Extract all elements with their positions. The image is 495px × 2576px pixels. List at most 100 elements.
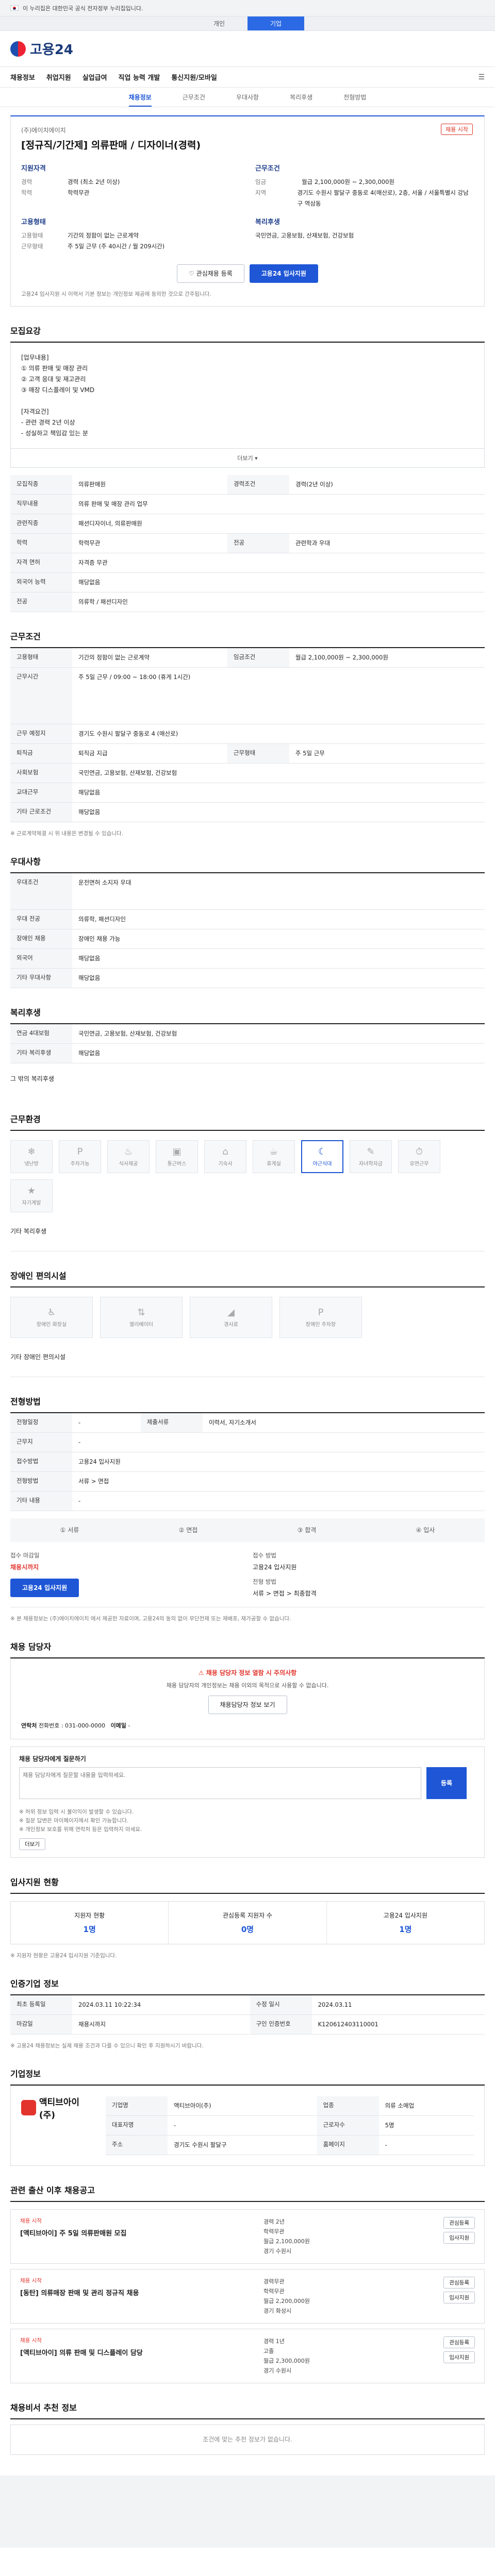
tuition-icon: ✎ 자녀학자금 xyxy=(350,1140,392,1173)
site-logo[interactable]: 고용24 xyxy=(10,39,73,58)
subnav-process[interactable]: 전형방법 xyxy=(343,88,366,107)
stat-box: 지원자 현황 1명 관심등록 지원자 수 0명 고용24 입사지원 1명 xyxy=(10,1901,485,1944)
apply-button-2[interactable]: 고용24 입사지원 xyxy=(10,1578,79,1597)
corp-box: 액티브아이(주) 기업명 액티브아이(주) 업종 의류 소매업 대표자명 - 근로자수 5명… xyxy=(10,2085,485,2166)
bus-icon: ▣ 통근버스 xyxy=(156,1140,198,1173)
period-note: ※ 고용24 채용정보는 실제 채용 조건과 다를 수 있으니 확인 후 지원하… xyxy=(10,2042,204,2049)
subnav-pref[interactable]: 우대사항 xyxy=(236,88,259,107)
section-cond: 근무조건 고용형태 기간의 정함이 없는 근로계약 임금조건 월급 2,100,000… xyxy=(10,630,485,837)
section-recruit: 모집요강 [업무내용] ① 의류 판매 및 매장 관리 ② 고객 응대 및 재고… xyxy=(10,324,485,612)
stat-note: ※ 지원자 현황은 고용24 입사지원 기준입니다. xyxy=(10,1952,117,1959)
corp-logo-icon xyxy=(21,2099,36,2115)
section-stat: 입사지원 현황 지원자 현황 1명 관심등록 지원자 수 0명 고용24 입사지원 1… xyxy=(10,1875,485,1959)
summary-row: 임금 월급 2,100,000원 ~ 2,300,000원 xyxy=(255,178,394,185)
nav-item-training[interactable]: 직업 능력 개발 xyxy=(119,72,160,82)
table-row: 주소 경기도 수원시 팔달구 홈페이지 - xyxy=(106,2135,474,2155)
section-apply: 전형방법 전형일정 - 제출서류 이력서, 자기소개서 근무지 - 접수방법 고용24 입… xyxy=(10,1395,485,1622)
interest-button[interactable]: ♡ 관심채용 등록 xyxy=(177,264,244,283)
content: 채용 시작 (주)에이치에이치 [정규직/기간제] 의류판매 / 디자이너(경력… xyxy=(10,115,485,2455)
job-title: [정규직/기간제] 의류판매 / 디자이너(경력) xyxy=(21,140,201,151)
apply-box: 접수 마감일 채용시까지 고용24 입사지원 접수 방법 고용24 입사지원 전… xyxy=(10,1542,485,1607)
footer xyxy=(0,2475,495,2548)
nav-item-jobs[interactable]: 채용정보 xyxy=(10,72,35,82)
ramp-icon: ◢ 경사로 xyxy=(190,1296,272,1338)
header: 고용24 xyxy=(0,31,495,67)
step-item: ② 면접 xyxy=(178,1527,198,1534)
qa-input[interactable] xyxy=(19,1767,421,1799)
apply-button[interactable]: 입사지원 xyxy=(443,2231,475,2244)
stat-item: 관심등록 지원자 수 0명 xyxy=(169,1901,327,1944)
section-title: 모집요강 xyxy=(10,324,485,343)
table-row: 최초 등록일 2024.03.11 10:22:34 수정 일시 2024.03.11 xyxy=(10,1995,485,2015)
company-name[interactable]: (주)에이치에이치 xyxy=(21,126,474,134)
qa-submit-button[interactable]: 등록 xyxy=(426,1767,467,1799)
period-table: 최초 등록일 2024.03.11 10:22:34 수정 일시 2024.03.11… xyxy=(10,1995,485,2035)
table-row: 전공 의류학 / 패션디자인 xyxy=(10,592,485,612)
qa-more-button[interactable]: 더보기 xyxy=(19,1838,45,1850)
more-button[interactable]: 더보기 ▾ xyxy=(10,449,485,468)
section-title: 채용비서 추천 정보 xyxy=(10,2401,485,2419)
table-row: 근무시간 주 5일 근무 / 09:00 ~ 18:00 (휴게 1시간) xyxy=(10,667,485,724)
nav-item-support[interactable]: 취업지원 xyxy=(46,72,71,82)
tab-personal[interactable]: 개인 xyxy=(191,16,248,30)
apply-button[interactable]: 입사지원 xyxy=(443,2351,475,2363)
logo-icon xyxy=(10,41,26,57)
flag-icon xyxy=(10,5,19,11)
section-title: 장애인 편의시설 xyxy=(10,1269,485,1287)
section-title: 근무조건 xyxy=(10,630,485,648)
nav-item-benefit[interactable]: 실업급여 xyxy=(82,72,107,82)
interest-button[interactable]: 관심등록 xyxy=(443,2216,475,2229)
recruit-table: 모집직종 의류판매원 경력조건 경력(2년 이상) 직무내용 의류 판매 및 매장 관리… xyxy=(10,475,485,612)
table-row: 직무내용 의류 판매 및 매장 관리 업무 xyxy=(10,494,485,514)
process-steps: ① 서류 ② 면접 ③ 합격 ④ 입사 xyxy=(10,1518,485,1542)
section-title: 기업정보 xyxy=(10,2067,485,2086)
manager-warning: ⚠ 채용 담당자 정보 열람 시 주의사항 xyxy=(198,1669,297,1676)
manager-info-button[interactable]: 채용담당자 정보 보기 xyxy=(208,1695,287,1714)
apply-button[interactable]: 입사지원 xyxy=(443,2291,475,2303)
work-env-extra: 기타 복리후생 xyxy=(10,1222,485,1251)
related-job[interactable]: 채용 시작 [액티브아이] 주 5일 의류판매원 모집 경력 2년 학력무관 월급 2… xyxy=(10,2209,485,2264)
elevator-icon: ⇅ 엘리베이터 xyxy=(100,1296,183,1338)
welfare-extra: 그 밖의 복리후생 xyxy=(10,1075,54,1082)
flex-icon: ⏱ 유연근무 xyxy=(398,1140,440,1173)
cond-note: ※ 근로계약체결 시 위 내용은 변경될 수 있습니다. xyxy=(10,831,124,837)
table-row: 우대 전공 의류학, 패션디자인 xyxy=(10,909,485,929)
nav-item-mobile[interactable]: 통신지원/모바일 xyxy=(171,72,217,82)
summary-welfare: 복리후생 국민연금, 고용보험, 산재보험, 건강보험 xyxy=(255,216,474,252)
table-row: 모집직종 의류판매원 경력조건 경력(2년 이상) xyxy=(10,475,485,495)
summary-row: 학력 학력무관 xyxy=(21,189,90,196)
job-summary: 채용 시작 (주)에이치에이치 [정규직/기간제] 의류판매 / 디자이너(경력… xyxy=(10,115,485,307)
table-row: 관련직종 패션디자이너, 의류판매원 xyxy=(10,514,485,534)
tab-company[interactable]: 기업 xyxy=(248,16,304,30)
subnav-cond[interactable]: 근무조건 xyxy=(183,88,205,107)
apply-note: ※ 본 채용정보는 (주)에이치에이치 에서 제공한 자료이며, 고용24의 동… xyxy=(10,1615,291,1622)
qa-note: ※ 개인정보 보호를 위해 연락처 등은 입력하지 마세요. xyxy=(19,1826,142,1833)
parking-icon: P 주차가능 xyxy=(59,1140,101,1173)
interest-button[interactable]: 관심등록 xyxy=(443,2336,475,2348)
step-item: ③ 합격 xyxy=(297,1527,317,1534)
table-row: 기타 우대사항 해당없음 xyxy=(10,968,485,988)
welfare-table: 연금 4대보험 국민연금, 고용보험, 산재보험, 건강보험 기타 복리후생 해당없… xyxy=(10,1024,485,1063)
work-env-icons: ❄ 냉난방 P 주차가능 ♨ 식사제공 ▣ 통근버스 ⌂ 기숙사 ☕ 휴게실 ☾ 야근식대 ✎… xyxy=(10,1131,485,1222)
table-row: 연금 4대보험 국민연금, 고용보험, 산재보험, 건강보험 xyxy=(10,1024,485,1044)
apply-right: 접수 방법 고용24 입사지원 전형 방법 서류 > 면접 > 최종합격 xyxy=(253,1551,317,1597)
section-title: 우대사항 xyxy=(10,855,485,873)
summary-row: 고용형태 기간의 정함이 없는 근로계약 xyxy=(21,232,139,239)
apply-button[interactable]: 고용24 입사지원 xyxy=(249,264,318,283)
meal-icon: ♨ 식사제공 xyxy=(107,1140,150,1173)
section-work-env: 근무환경 ❄ 냉난방 P 주차가능 ♨ 식사제공 ▣ 통근버스 ⌂ 기숙사 ☕ 휴게실 ☾ 야… xyxy=(10,1112,485,1251)
related-job[interactable]: 채용 시작 [동탄] 의류매장 판매 및 관리 정규직 채용 경력무관 학력무관 월급… xyxy=(10,2268,485,2324)
related-job[interactable]: 채용 시작 [액티브아이] 의류 판매 및 디스플레이 담당 경력 1년 고졸 월급 … xyxy=(10,2328,485,2383)
table-row: 교대근무 해당없음 xyxy=(10,783,485,803)
apply-left: 접수 마감일 채용시까지 고용24 입사지원 xyxy=(10,1551,242,1598)
growth-icon: ★ 자기계발 xyxy=(10,1179,53,1212)
table-row: 학력 학력무관 전공 관련학과 우대 xyxy=(10,533,485,553)
subnav-welfare[interactable]: 복리후생 xyxy=(290,88,312,107)
subnav-recruit[interactable]: 채용정보 xyxy=(128,88,152,107)
menu-icon[interactable]: ☰ xyxy=(478,73,485,81)
corp-logo: 액티브아이(주) xyxy=(21,2096,93,2121)
status-badge: 채용 시작 xyxy=(441,124,473,135)
summary-qual: 지원자격 경력 경력 (최소 2년 이상) 학력 학력무관 xyxy=(21,163,240,209)
section-title: 복리후생 xyxy=(10,1006,485,1024)
interest-button[interactable]: 관심등록 xyxy=(443,2276,475,2289)
